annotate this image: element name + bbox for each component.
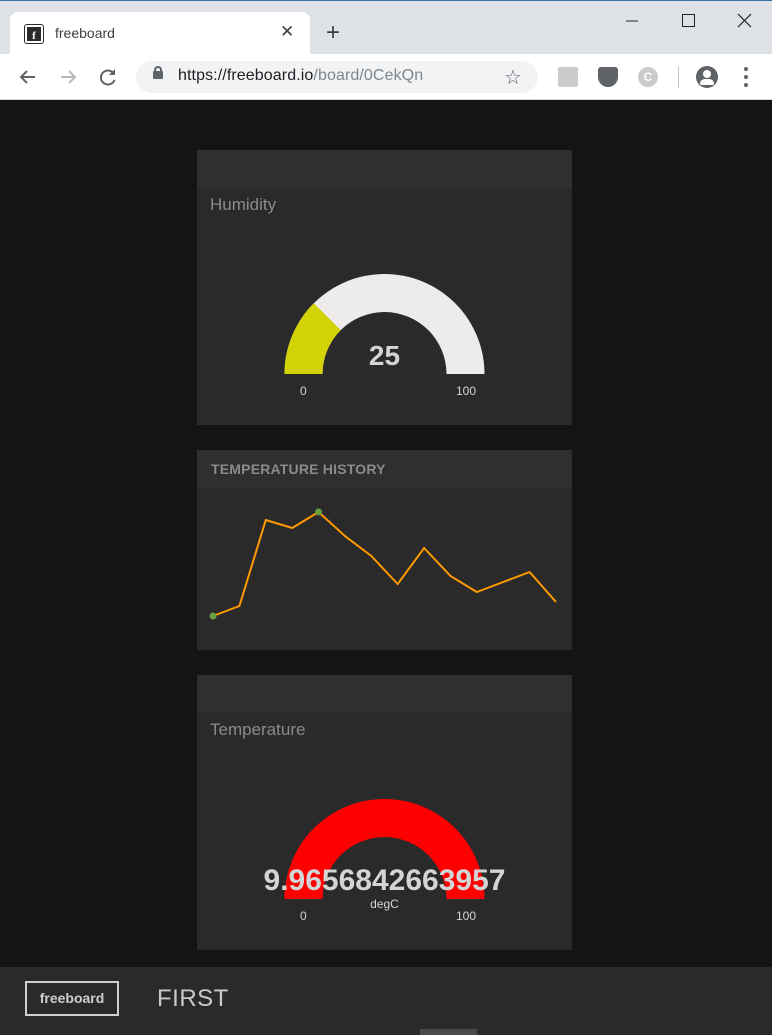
account-icon[interactable] <box>696 66 718 88</box>
temperature-sparkline <box>209 508 557 620</box>
menu-icon[interactable] <box>740 66 752 88</box>
minimize-window-icon[interactable] <box>617 11 647 31</box>
temperature-min: 0 <box>300 909 307 923</box>
footer-grip-handle[interactable] <box>420 1029 477 1035</box>
tab-title: freeboard <box>55 25 115 41</box>
c-extension-icon[interactable]: C <box>638 67 658 87</box>
browser-tab[interactable]: f freeboard ✕ <box>10 12 310 55</box>
sparkline-min-point <box>209 612 217 620</box>
temperature-widget: Temperature 9.9656842663957 degC 0 100 <box>197 675 572 950</box>
humidity-value: 25 <box>368 340 401 371</box>
url-text: https://freeboard.io/board/0CekQn <box>178 67 423 85</box>
maximize-window-icon[interactable] <box>673 11 703 31</box>
sparkline-line <box>212 510 557 617</box>
forward-arrow-icon[interactable] <box>56 65 80 89</box>
close-tab-icon[interactable]: ✕ <box>280 22 294 42</box>
humidity-max: 100 <box>456 384 477 398</box>
close-window-icon[interactable] <box>729 11 759 31</box>
humidity-gauge <box>284 274 485 374</box>
back-arrow-icon[interactable] <box>16 65 40 89</box>
temperature-value: 9.9656842663957 <box>263 864 506 897</box>
toolbar-separator <box>678 66 679 88</box>
url-path: /board/0CekQn <box>313 67 424 84</box>
star-icon[interactable]: ☆ <box>504 65 522 90</box>
address-bar[interactable]: https://freeboard.io/board/0CekQn ☆ <box>136 61 538 93</box>
url-host: https://freeboard.io <box>178 67 314 84</box>
board-name[interactable]: FIRST <box>157 985 229 1013</box>
board-footer: freeboard FIRST <box>0 967 772 1035</box>
humidity-widget: Humidity 25 0 100 <box>197 150 572 425</box>
browser-tabstrip: f freeboard ✕ + <box>0 0 772 55</box>
pdf-extension-icon[interactable] <box>558 67 578 87</box>
reload-icon[interactable] <box>96 65 120 89</box>
pocket-extension-icon[interactable] <box>598 67 618 87</box>
humidity-min: 0 <box>300 384 307 398</box>
temperature-max: 100 <box>456 909 477 923</box>
temperature-units: degC <box>370 897 399 911</box>
temperature-history-widget: TEMPERATURE HISTORY <box>197 450 572 650</box>
new-tab-button[interactable]: + <box>326 20 340 46</box>
lock-icon <box>153 66 163 79</box>
sparkline-max-point <box>315 508 323 516</box>
freeboard-favicon-icon: f <box>24 24 44 44</box>
freeboard-logo[interactable]: freeboard <box>25 981 119 1016</box>
